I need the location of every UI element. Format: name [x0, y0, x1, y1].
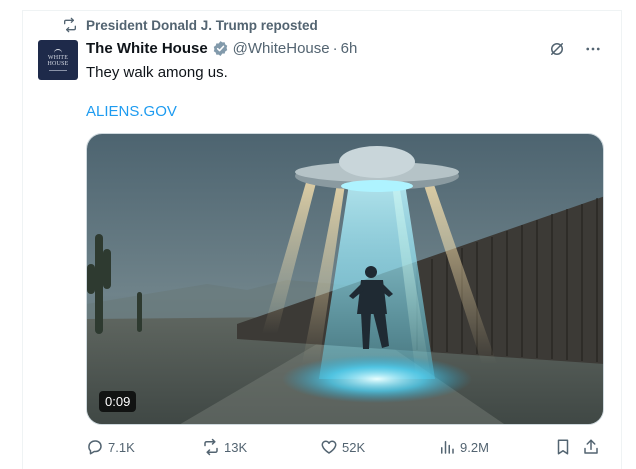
avatar[interactable]: WHITE HOUSE — [38, 40, 78, 80]
avatar-underline — [49, 70, 67, 71]
tweet-actions: 7.1K 13K 52K 9.2M — [86, 438, 604, 460]
bookmark-button[interactable] — [554, 438, 576, 456]
views-button[interactable]: 9.2M — [438, 438, 489, 456]
more-icon[interactable] — [584, 40, 602, 58]
repost-icon — [204, 438, 218, 456]
tweet-header: The White House @WhiteHouse · 6h — [86, 40, 357, 57]
like-count: 52K — [342, 439, 366, 455]
share-button[interactable] — [582, 438, 604, 456]
repost-indicator[interactable]: President Donald J. Trump reposted — [62, 17, 318, 33]
avatar-line2: HOUSE — [47, 61, 69, 67]
verified-badge-icon[interactable] — [212, 40, 229, 57]
reply-button[interactable]: 7.1K — [86, 438, 135, 456]
video-player[interactable]: 0:09 — [86, 133, 604, 425]
views-icon — [441, 441, 454, 454]
author-handle[interactable]: @WhiteHouse — [233, 40, 330, 57]
tweet-time[interactable]: 6h — [341, 40, 358, 57]
repost-count: 13K — [224, 439, 248, 455]
heart-icon — [321, 440, 337, 454]
avatar-seal-icon — [54, 49, 62, 53]
bookmark-icon — [557, 439, 569, 455]
repost-button[interactable]: 13K — [202, 438, 247, 456]
header-separator: · — [332, 40, 338, 57]
tweet-link[interactable]: ALIENS.GOV — [86, 103, 177, 120]
views-count: 9.2M — [460, 439, 489, 455]
video-thumbnail — [87, 134, 603, 424]
tweet-top-actions — [548, 40, 602, 58]
tweet-text: They walk among us. — [86, 64, 228, 81]
video-duration: 0:09 — [99, 391, 137, 412]
repost-icon — [64, 17, 76, 33]
like-button[interactable]: 52K — [320, 438, 365, 456]
reply-icon — [88, 440, 102, 455]
reply-count: 7.1K — [108, 439, 135, 455]
author-name[interactable]: The White House — [86, 40, 208, 57]
grok-icon[interactable] — [548, 40, 566, 58]
share-icon — [584, 439, 598, 454]
repost-text: President Donald J. Trump reposted — [86, 17, 318, 33]
